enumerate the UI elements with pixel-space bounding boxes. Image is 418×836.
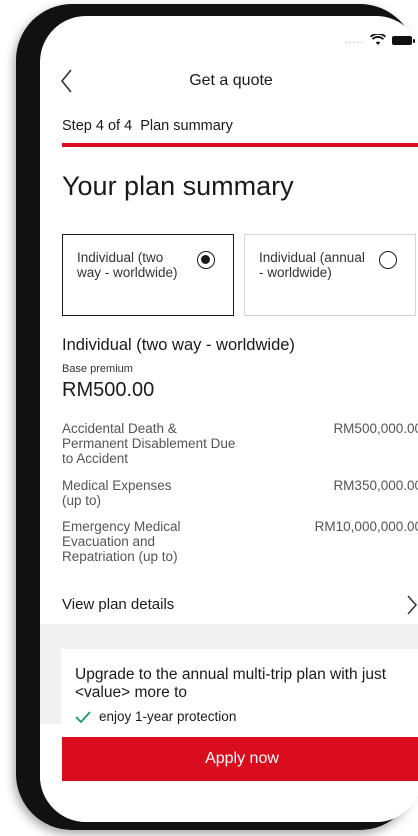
step-label: Step 4 of 4 [62, 118, 133, 134]
chevron-right-icon [407, 595, 418, 615]
benefit-amount: RM350,000.00 [333, 478, 418, 493]
benefit-amount: RM10,000,000.00 [314, 519, 418, 534]
benefit-name: Emergency Medical Evacuation and Repatri… [62, 519, 181, 564]
upgrade-text: Upgrade to the annual multi-trip plan wi… [75, 666, 387, 701]
header: Get a quote [40, 68, 418, 98]
step-name: Plan summary [140, 118, 233, 134]
apply-now-button[interactable]: Apply now [62, 737, 418, 781]
bottom-action-bar: Apply now [40, 724, 418, 822]
plan-option-label: Individual (two way - worldwide) [77, 250, 178, 280]
radio-unselected-icon[interactable] [379, 251, 397, 269]
upgrade-bullet-text: enjoy 1-year protection [99, 709, 237, 724]
wifi-icon [370, 34, 386, 45]
status-bar: ..... [345, 34, 415, 46]
signal-icon: ..... [345, 34, 364, 46]
benefit-name: Medical Expenses (up to) [62, 478, 172, 508]
view-plan-details-label: View plan details [62, 596, 175, 613]
radio-selected-icon[interactable] [197, 251, 215, 269]
step-indicator: Step 4 of 4 Plan summary [62, 118, 233, 134]
upgrade-bullet: enjoy 1-year protection [75, 709, 236, 724]
benefit-name: Accidental Death & Permanent Disablement… [62, 421, 236, 466]
phone-frame: ..... Get a quote Step 4 of 4 Plan summa… [16, 4, 418, 830]
page-header-title: Get a quote [189, 72, 273, 89]
base-premium-label: Base premium [62, 363, 133, 375]
check-icon [75, 710, 91, 723]
benefit-amount: RM500,000.00 [333, 421, 418, 436]
selected-plan-heading: Individual (two way - worldwide) [62, 336, 295, 354]
battery-icon [392, 35, 415, 45]
plan-option-label: Individual (annual - worldwide) [259, 250, 365, 280]
plan-option-annual[interactable]: Individual (annual - worldwide) [244, 234, 416, 316]
app-screen: ..... Get a quote Step 4 of 4 Plan summa… [40, 16, 418, 822]
view-plan-details-link[interactable]: View plan details [62, 594, 418, 618]
plan-option-two-way[interactable]: Individual (two way - worldwide) [62, 234, 234, 316]
page-title: Your plan summary [62, 171, 294, 201]
base-premium-value: RM500.00 [62, 379, 155, 401]
step-progress-bar [62, 143, 418, 147]
